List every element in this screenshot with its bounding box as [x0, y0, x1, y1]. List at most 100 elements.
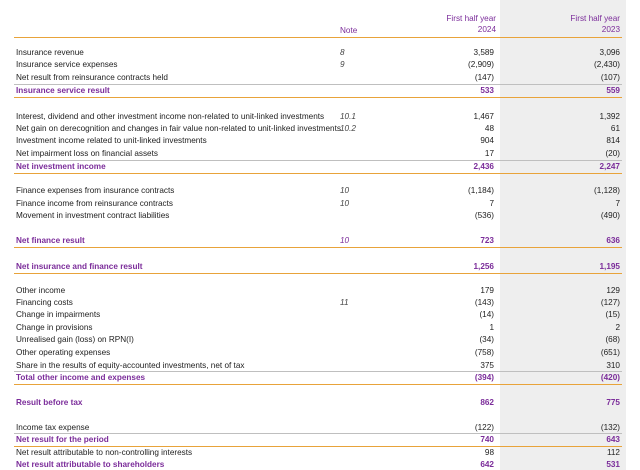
subtotal-row: Net finance result 10 723 636	[14, 236, 622, 246]
subtotal-row: Net insurance and finance result 1,256 1…	[14, 262, 622, 272]
value-2024: 48	[484, 124, 494, 133]
header-divider	[14, 37, 622, 38]
table-row: Change in impairments (14) (15)	[14, 310, 622, 320]
table-row: Other operating expenses (758) (651)	[14, 348, 622, 358]
section-divider	[14, 384, 622, 385]
value-2024: 7	[489, 199, 494, 208]
table-row: Interest, dividend and other investment …	[14, 112, 622, 122]
value-2023: 2	[615, 323, 620, 332]
row-label: Finance income from reinsurance contract…	[16, 199, 173, 208]
row-divider	[14, 84, 622, 85]
row-note: 10	[340, 199, 350, 208]
value-2024: (536)	[474, 211, 494, 220]
value-2024: 1,256	[473, 262, 495, 271]
table-row: Net gain on derecognition and changes in…	[14, 124, 622, 134]
value-2024: (758)	[474, 348, 494, 357]
value-2024: 3,589	[473, 48, 495, 57]
row-label: Income tax expense	[16, 423, 90, 432]
value-2023: 775	[606, 398, 620, 407]
value-2024: 642	[480, 460, 494, 469]
row-label: Movement in investment contract liabilit…	[16, 211, 170, 220]
row-label: Insurance service result	[16, 86, 110, 95]
value-2023: 643	[606, 435, 620, 444]
row-label: Net impairment loss on financial assets	[16, 149, 158, 158]
row-label: Net insurance and finance result	[16, 262, 143, 271]
row-label: Net gain on derecognition and changes in…	[16, 124, 341, 133]
table-row: Net result from reinsurance contracts he…	[14, 73, 622, 83]
row-label: Net result attributable to non-controlli…	[16, 448, 193, 457]
value-2023: 2,247	[599, 162, 621, 171]
value-2024: (34)	[479, 335, 494, 344]
value-2023: 310	[606, 361, 620, 370]
row-label: Net result for the period	[16, 435, 109, 444]
row-note: 10	[340, 236, 350, 245]
row-divider	[14, 160, 622, 161]
value-2024: 740	[480, 435, 494, 444]
value-2023: 814	[606, 136, 620, 145]
value-2023: 112	[606, 448, 620, 457]
table-row: Other income 179 129	[14, 286, 622, 296]
table-row: Finance expenses from insurance contract…	[14, 186, 622, 196]
row-label: Net finance result	[16, 236, 85, 245]
row-note: 10.2	[340, 124, 356, 133]
value-2023: 531	[606, 460, 620, 469]
value-2024: 17	[484, 149, 494, 158]
value-2023: (107)	[600, 73, 620, 82]
row-note: 10	[340, 186, 350, 195]
table-row: Insurance revenue 8 3,589 3,096	[14, 48, 622, 58]
value-2023: (20)	[605, 149, 620, 158]
subtotal-row: Total other income and expenses (394) (4…	[14, 373, 622, 383]
subtotal-row: Net result for the period 740 643	[14, 435, 622, 445]
section-divider	[14, 97, 622, 98]
row-note: 10.1	[340, 112, 356, 121]
value-2024: 2,436	[473, 162, 495, 171]
value-2023: 1,195	[599, 262, 621, 271]
row-label: Unrealised gain (loss) on RPN(I)	[16, 335, 134, 344]
value-2024: 904	[480, 136, 494, 145]
value-2023: 129	[606, 286, 620, 295]
subtotal-row: Net investment income 2,436 2,247	[14, 162, 622, 172]
row-label: Interest, dividend and other investment …	[16, 112, 325, 121]
row-label: Finance expenses from insurance contract…	[16, 186, 175, 195]
row-label: Result before tax	[16, 398, 83, 407]
row-divider	[14, 433, 622, 434]
table-row: Insurance service expenses 9 (2,909) (2,…	[14, 60, 622, 70]
value-2023: (420)	[600, 373, 620, 382]
value-2024: (14)	[479, 310, 494, 319]
table-row: Investment income related to unit-linked…	[14, 136, 622, 146]
value-2023: 61	[610, 124, 620, 133]
subtotal-row: Net result attributable to shareholders …	[14, 460, 622, 470]
table-row: Change in provisions 1 2	[14, 323, 622, 333]
table-row: Net impairment loss on financial assets …	[14, 149, 622, 159]
value-2024: 98	[484, 448, 494, 457]
row-label: Share in the results of equity-accounted…	[16, 361, 245, 370]
row-divider	[14, 371, 622, 372]
value-2023: 559	[606, 86, 620, 95]
value-2024: 1	[489, 323, 494, 332]
value-2024: (1,184)	[468, 186, 494, 195]
value-2023: 636	[606, 236, 620, 245]
value-2023: (651)	[600, 348, 620, 357]
row-label: Change in impairments	[16, 310, 101, 319]
row-label: Other operating expenses	[16, 348, 111, 357]
value-2024: 723	[480, 236, 494, 245]
value-2024: (2,909)	[468, 60, 494, 69]
value-2023: 7	[615, 199, 620, 208]
value-2024: (143)	[474, 298, 494, 307]
value-2023: 1,392	[599, 112, 621, 121]
value-2024: (122)	[474, 423, 494, 432]
value-2024: 1,467	[473, 112, 495, 121]
row-note: 8	[340, 48, 345, 57]
value-2023: (1,128)	[594, 186, 620, 195]
value-2023: (490)	[600, 211, 620, 220]
value-2023: (132)	[600, 423, 620, 432]
row-label: Change in provisions	[16, 323, 93, 332]
value-2023: 3,096	[599, 48, 621, 57]
value-2023: (127)	[600, 298, 620, 307]
row-label: Net investment income	[16, 162, 106, 171]
row-label: Insurance revenue	[16, 48, 84, 57]
subtotal-row: Insurance service result 533 559	[14, 86, 622, 96]
value-2024: 862	[480, 398, 494, 407]
section-divider	[14, 247, 622, 248]
table-row: Share in the results of equity-accounted…	[14, 361, 622, 371]
